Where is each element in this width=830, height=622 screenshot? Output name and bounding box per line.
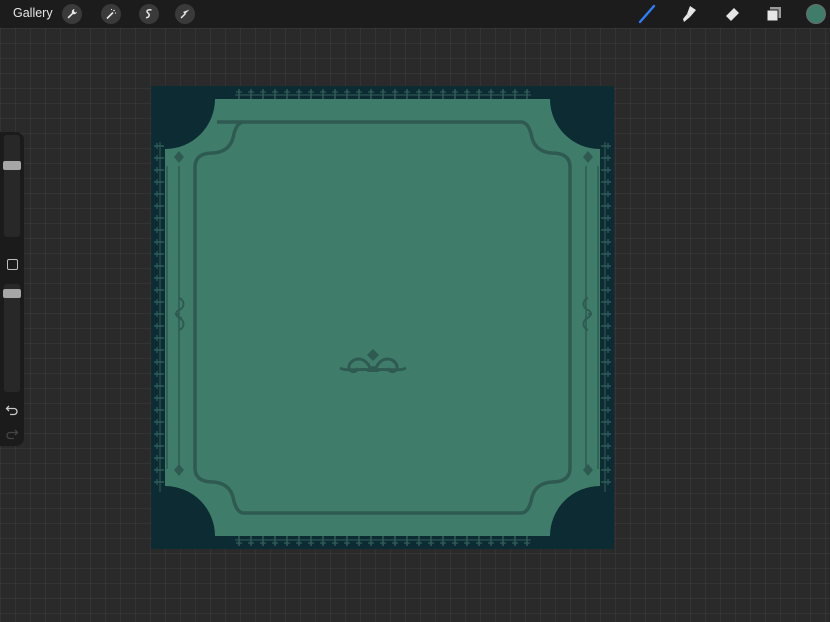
brush-size-thumb[interactable] — [3, 161, 21, 171]
opacity-slider[interactable] — [4, 284, 20, 392]
transform-arrow-icon[interactable] — [175, 4, 195, 24]
left-sidebar — [0, 132, 24, 446]
drawing-canvas[interactable] — [151, 86, 614, 549]
wrench-icon[interactable] — [62, 4, 82, 24]
brush-icon[interactable] — [636, 3, 658, 25]
modify-button[interactable] — [7, 259, 18, 270]
ornate-frame-artwork — [151, 86, 614, 549]
eraser-icon[interactable] — [721, 3, 743, 25]
opacity-thumb[interactable] — [3, 288, 21, 298]
gallery-button[interactable]: Gallery — [13, 6, 53, 20]
brush-size-slider[interactable] — [4, 135, 20, 237]
redo-icon[interactable] — [5, 428, 19, 440]
undo-icon[interactable] — [5, 404, 19, 416]
smudge-icon[interactable] — [678, 3, 700, 25]
color-picker-button[interactable] — [806, 4, 826, 24]
top-toolbar: Gallery — [0, 0, 830, 28]
magic-wand-icon[interactable] — [101, 4, 121, 24]
layers-icon[interactable] — [763, 3, 785, 25]
selection-icon[interactable] — [139, 4, 159, 24]
frame-shape — [165, 99, 600, 536]
